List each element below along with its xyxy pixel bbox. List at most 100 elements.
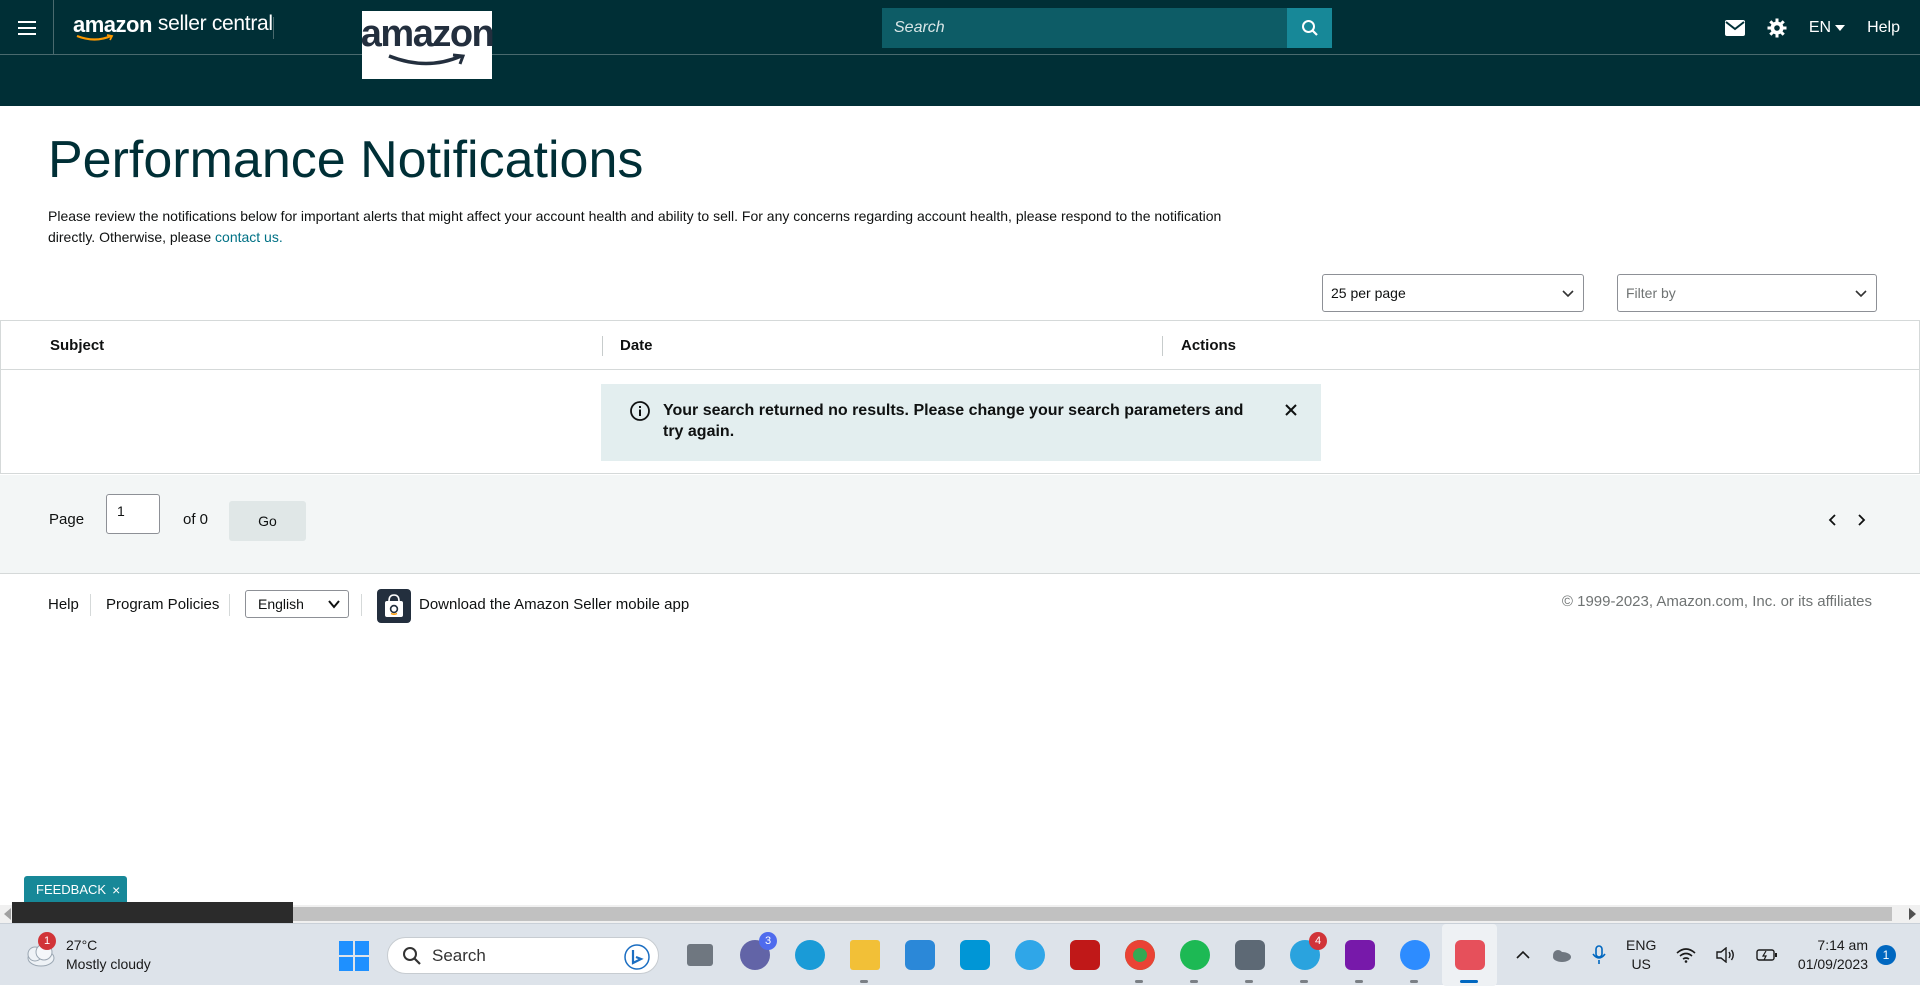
header-right-actions: EN Help bbox=[1703, 0, 1900, 55]
teams-badge: 3 bbox=[759, 932, 777, 950]
weather-text: 27°C Mostly cloudy bbox=[66, 936, 151, 974]
taskbar-search[interactable]: Search bbox=[387, 937, 659, 974]
notification-center-badge[interactable]: 1 bbox=[1876, 945, 1896, 965]
scroll-right-arrow-icon[interactable] bbox=[1909, 908, 1916, 920]
no-results-alert: Your search returned no results. Please … bbox=[601, 384, 1321, 461]
spotify-icon[interactable] bbox=[1167, 924, 1222, 986]
per-page-select[interactable]: 25 per page bbox=[1322, 274, 1584, 312]
language-selector[interactable]: EN bbox=[1808, 18, 1846, 37]
settings-button[interactable] bbox=[1767, 18, 1787, 38]
windows-start-icon[interactable] bbox=[339, 941, 369, 971]
feedback-tab[interactable]: FEEDBACK × bbox=[24, 876, 127, 903]
feedback-label: FEEDBACK bbox=[36, 882, 107, 897]
chevron-left-icon[interactable] bbox=[1826, 513, 1840, 527]
scrollbar-thumb[interactable] bbox=[292, 907, 1892, 921]
chevron-down-icon bbox=[328, 600, 340, 609]
column-divider bbox=[1162, 336, 1163, 356]
info-icon bbox=[630, 401, 650, 421]
amazon-smile-icon bbox=[76, 34, 114, 41]
brand-divider bbox=[273, 17, 274, 39]
page-title: Performance Notifications bbox=[48, 131, 644, 189]
scroll-left-arrow-icon[interactable] bbox=[4, 908, 11, 920]
footer-language-select[interactable]: English bbox=[245, 590, 349, 618]
header-help-link[interactable]: Help bbox=[1867, 19, 1900, 37]
chrome-icon[interactable] bbox=[1112, 924, 1167, 986]
notifications-table: Subject Date Actions Your search returne… bbox=[0, 320, 1920, 474]
gear-icon bbox=[1767, 18, 1787, 37]
footer-divider bbox=[361, 594, 362, 616]
contact-us-link[interactable]: contact us. bbox=[215, 229, 283, 245]
column-header-date[interactable]: Date bbox=[620, 321, 653, 370]
taskbar-apps: 3 4 bbox=[672, 924, 1497, 986]
column-header-actions: Actions bbox=[1181, 337, 1237, 354]
calculator-icon[interactable] bbox=[1222, 924, 1277, 986]
mail-icon bbox=[1724, 19, 1745, 36]
telegram-badge: 4 bbox=[1309, 932, 1327, 950]
amazon-logo-smile-icon bbox=[388, 53, 466, 66]
lang-line-1: ENG bbox=[1626, 937, 1657, 953]
weather-widget[interactable]: 1 27°C Mostly cloudy bbox=[22, 932, 151, 974]
edge-browser-icon[interactable] bbox=[782, 924, 837, 986]
task-view-icon[interactable] bbox=[672, 924, 727, 986]
hamburger-menu-icon[interactable] bbox=[0, 0, 54, 55]
per-page-value: 25 per page bbox=[1331, 285, 1406, 301]
amazon-logo-text: amazon bbox=[360, 13, 495, 55]
page-label: Page bbox=[49, 511, 85, 528]
weather-desc: Mostly cloudy bbox=[66, 956, 151, 972]
footer-help-link[interactable]: Help bbox=[48, 596, 79, 613]
lang-line-2: US bbox=[1631, 956, 1651, 972]
zoom-icon[interactable] bbox=[1387, 924, 1442, 986]
file-explorer-icon[interactable] bbox=[837, 924, 892, 986]
bing-icon bbox=[624, 944, 650, 970]
input-language-indicator[interactable]: ENG US bbox=[1626, 936, 1656, 974]
onenote-icon[interactable] bbox=[1332, 924, 1387, 986]
myhp-icon[interactable] bbox=[947, 924, 1002, 986]
taskbar-clock[interactable]: 7:14 am 01/09/2023 bbox=[1780, 936, 1868, 974]
language-label: EN bbox=[1808, 18, 1832, 36]
help-label: Help bbox=[1867, 18, 1900, 36]
main-content: Performance Notifications Please review … bbox=[48, 130, 1348, 248]
go-button[interactable]: Go bbox=[229, 501, 306, 541]
search-input[interactable] bbox=[882, 8, 1287, 48]
pagination-bar: Page 1 of 0 Go bbox=[0, 475, 1920, 574]
feedback-close-icon[interactable]: × bbox=[112, 882, 120, 898]
snipping-tool-icon[interactable] bbox=[1442, 924, 1497, 986]
column-header-subject[interactable]: Subject bbox=[50, 321, 104, 370]
get-help-icon[interactable] bbox=[1002, 924, 1057, 986]
header-row: amazon seller central EN Help bbox=[0, 0, 1920, 55]
chevron-down-icon bbox=[1855, 290, 1867, 298]
filter-select[interactable]: Filter by bbox=[1617, 274, 1877, 312]
microphone-icon[interactable] bbox=[1592, 945, 1606, 965]
page-number-input[interactable]: 1 bbox=[106, 494, 160, 534]
top-navigation-bar: amazon seller central EN Help bbox=[0, 0, 1920, 106]
program-policies-link[interactable]: Program Policies bbox=[106, 596, 219, 613]
teams-chat-icon[interactable]: 3 bbox=[727, 924, 782, 986]
volume-icon[interactable] bbox=[1716, 947, 1736, 963]
chevron-right-icon[interactable] bbox=[1854, 513, 1868, 527]
shopping-bag-icon bbox=[385, 594, 403, 617]
search-icon bbox=[1301, 20, 1318, 36]
copyright-text: © 1999-2023, Amazon.com, Inc. or its aff… bbox=[1561, 593, 1872, 610]
search-icon bbox=[403, 946, 421, 965]
download-app-link[interactable]: Download the Amazon Seller mobile app bbox=[419, 596, 689, 613]
footer-divider bbox=[90, 594, 91, 616]
clock-date: 01/09/2023 bbox=[1797, 956, 1868, 972]
telegram-icon[interactable]: 4 bbox=[1277, 924, 1332, 986]
mail-button[interactable] bbox=[1724, 19, 1745, 36]
alert-message: Your search returned no results. Please … bbox=[663, 402, 1244, 440]
search-button[interactable] bbox=[1287, 8, 1332, 48]
show-hidden-icons-chevron-icon[interactable] bbox=[1516, 950, 1530, 960]
mcafee-icon[interactable] bbox=[1057, 924, 1112, 986]
seller-central-logo[interactable]: amazon seller central bbox=[73, 12, 273, 42]
wifi-icon[interactable] bbox=[1676, 947, 1696, 963]
filter-placeholder: Filter by bbox=[1626, 285, 1676, 301]
microsoft-store-icon[interactable] bbox=[892, 924, 947, 986]
close-icon[interactable] bbox=[1283, 402, 1299, 418]
header-search bbox=[882, 8, 1332, 48]
page-total-label: of 0 bbox=[183, 511, 209, 528]
page-footer: Help Program Policies English Download t… bbox=[0, 586, 1920, 626]
battery-icon[interactable] bbox=[1756, 948, 1778, 962]
onedrive-cloud-icon[interactable] bbox=[1550, 948, 1572, 962]
seller-app-icon[interactable] bbox=[377, 589, 411, 623]
intro-text: Please review the notifications below fo… bbox=[48, 206, 1238, 248]
